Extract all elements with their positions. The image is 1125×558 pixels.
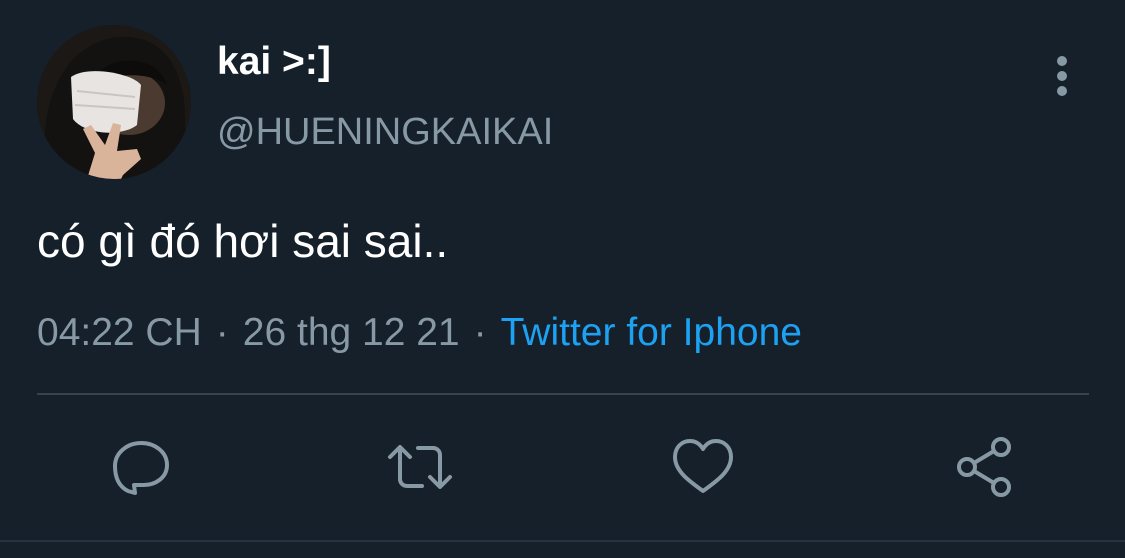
reply-icon	[113, 441, 169, 495]
share-icon	[957, 437, 1011, 497]
tweet-meta: 04:22 CH · 26 thg 12 21 · Twitter for Iphone	[37, 307, 802, 359]
tweet-time[interactable]: 04:22 CH	[37, 311, 202, 354]
tweet-detail: kai >:] @HUENINGKAIKAI có gì đó hơi sai …	[0, 0, 1125, 558]
user-handle[interactable]: @HUENINGKAIKAI	[217, 108, 553, 156]
more-vertical-icon	[1057, 86, 1067, 96]
meta-separator: ·	[473, 311, 487, 354]
more-options-button[interactable]	[1040, 50, 1084, 100]
retweet-button[interactable]	[386, 433, 454, 501]
meta-separator: ·	[215, 311, 229, 354]
avatar-photo	[37, 25, 191, 179]
heart-icon	[673, 439, 733, 493]
tweet-text: có gì đó hơi sai sai..	[37, 215, 449, 267]
divider	[0, 540, 1125, 542]
reply-button[interactable]	[107, 433, 175, 501]
more-vertical-icon	[1057, 71, 1067, 81]
tweet-date[interactable]: 26 thg 12 21	[243, 311, 460, 354]
like-button[interactable]	[669, 433, 737, 501]
more-vertical-icon	[1057, 56, 1067, 66]
share-button[interactable]	[951, 433, 1019, 501]
avatar[interactable]	[37, 25, 191, 179]
retweet-icon	[388, 445, 452, 489]
display-name[interactable]: kai >:]	[217, 38, 331, 86]
divider	[37, 393, 1089, 395]
tweet-source-link[interactable]: Twitter for Iphone	[501, 311, 802, 354]
